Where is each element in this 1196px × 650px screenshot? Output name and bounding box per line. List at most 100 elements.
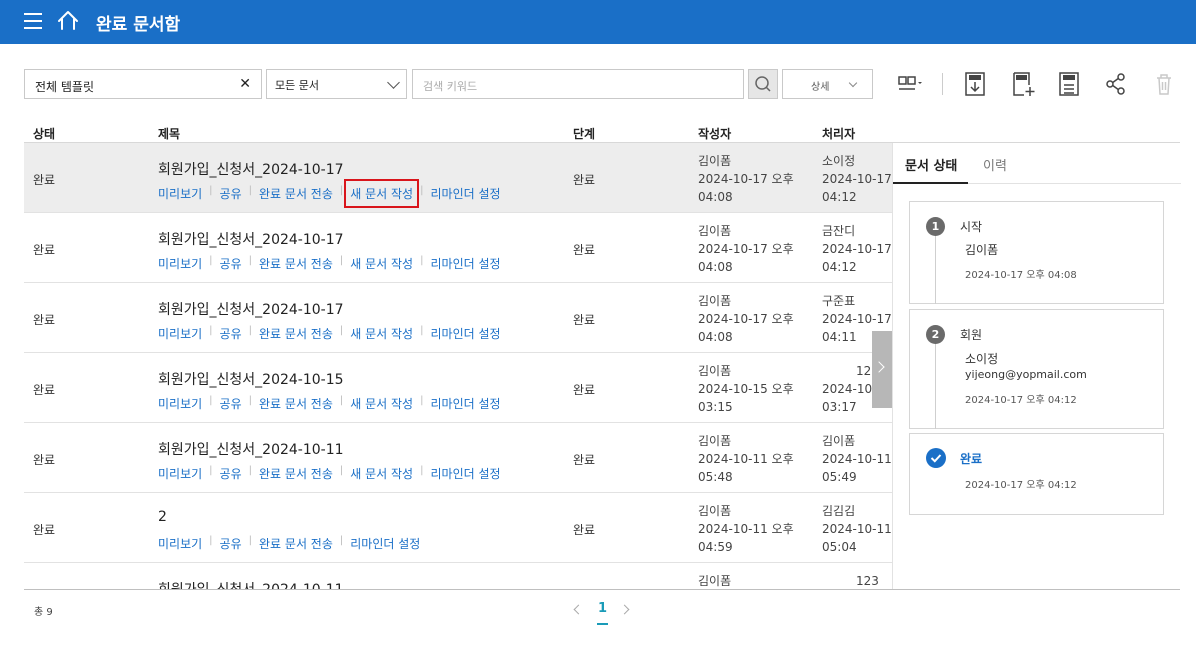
share-link[interactable]: 공유 [220,185,242,202]
send-completed-link[interactable]: 완료 문서 전송 [259,325,333,342]
handler-date: 2024-10-17 오후 [822,242,892,256]
clear-icon[interactable]: ✕ [239,76,251,92]
row-title[interactable]: 회원가입_신청서_2024-10-11 [158,579,344,589]
preview-link[interactable]: 미리보기 [158,465,202,482]
preview-link[interactable]: 미리보기 [158,255,202,272]
share-link[interactable]: 공유 [220,395,242,412]
send-completed-link[interactable]: 완료 문서 전송 [259,395,333,412]
row-title[interactable]: 2 [158,509,167,525]
row-author: 김이폼 2024-10-11 오후 05:48 [698,432,808,486]
row-title[interactable]: 회원가입_신청서_2024-10-17 [158,229,344,249]
search-placeholder: 검색 키워드 [423,80,478,93]
new-document-link[interactable]: 새 문서 작성 [350,325,413,342]
prev-page-icon[interactable] [573,604,584,615]
row-stage: 완료 [573,523,596,537]
author-date: 2024-10-17 오후 [698,172,794,186]
preview-link[interactable]: 미리보기 [158,535,202,552]
new-document-link[interactable]: 새 문서 작성 [350,465,413,482]
handler-name: 김이폼 [822,434,856,448]
list-footer: 총 9 1 [24,589,1180,629]
send-completed-link[interactable]: 완료 문서 전송 [259,255,333,272]
reminder-link[interactable]: 리마인더 설정 [350,535,420,552]
author-date: 2024-10-15 오후 [698,382,794,396]
new-document-link[interactable]: 새 문서 작성 [350,255,413,272]
table-row[interactable]: 완료 회원가입_신청서_2024-10-15 미리보기 | 공유 | 완료 문서 전… [24,353,892,423]
search-button[interactable] [748,69,778,99]
page-title: 완료 문서함 [96,15,181,35]
reminder-link[interactable]: 리마인더 설정 [430,395,500,412]
separator: | [420,255,424,266]
detail-select[interactable]: 상세 [782,69,873,99]
row-author: 김이폼 2024-10-11 오후 04:59 [698,502,808,556]
pdf-download-icon[interactable] [961,70,989,98]
preview-link[interactable]: 미리보기 [158,325,202,342]
reminder-link[interactable]: 리마인더 설정 [430,185,500,202]
col-stage[interactable]: 단계 [573,125,595,142]
row-title[interactable]: 회원가입_신청서_2024-10-11 [158,439,344,459]
share-link[interactable]: 공유 [220,535,242,552]
table-row[interactable]: 완료 회원가입_신청서_2024-10-11 미리보기 | 공유 | 완료 문서 전… [24,423,892,493]
active-tab-indicator [893,182,968,184]
send-completed-link[interactable]: 완료 문서 전송 [259,465,333,482]
col-status[interactable]: 상태 [33,125,55,142]
trash-icon[interactable] [1150,70,1178,98]
send-completed-link[interactable]: 완료 문서 전송 [259,185,333,202]
step-number: 1 [926,217,945,236]
separator: | [248,185,253,196]
share-link[interactable]: 공유 [220,465,242,482]
step-time: 2024-10-17 오후 04:08 [965,270,1077,281]
row-title[interactable]: 회원가입_신청서_2024-10-17 [158,299,344,319]
page-number[interactable]: 1 [598,601,607,616]
next-page-icon[interactable] [619,604,630,615]
separator: | [420,185,424,196]
home-icon[interactable] [56,9,80,33]
preview-link[interactable]: 미리보기 [158,185,202,202]
search-icon [755,76,771,92]
tab-document-status[interactable]: 문서 상태 [905,155,957,174]
table-row[interactable]: 완료 회원가입_신청서_2024-10-17 미리보기 | 공유 | 완료 문서 전… [24,213,892,283]
search-input[interactable]: 검색 키워드 [412,69,744,99]
author-time: 05:48 [698,470,733,484]
tab-history[interactable]: 이력 [983,155,1007,174]
table-row[interactable]: 완료 회원가입_신청서_2024-10-17 미리보기 | 공유 | 완료 문서 전… [24,143,892,213]
reminder-link[interactable]: 리마인더 설정 [430,325,500,342]
table-row[interactable]: 완료 회원가입_신청서_2024-10-17 미리보기 | 공유 | 완료 문서 전… [24,283,892,353]
share-link[interactable]: 공유 [220,255,242,272]
handler-time: 04:12 [822,190,857,204]
separator: | [339,255,344,266]
row-status: 완료 [33,313,56,327]
row-actions: 미리보기 | 공유 | 완료 문서 전송 | 새 문서 작성 | 리마인더 설정 [158,465,501,482]
row-actions: 미리보기 | 공유 | 완료 문서 전송 | 새 문서 작성 | 리마인더 설정 [158,325,501,342]
reminder-link[interactable]: 리마인더 설정 [430,255,500,272]
template-select[interactable]: 전체 템플릿 ✕ [24,69,262,99]
send-completed-link[interactable]: 완료 문서 전송 [259,535,333,552]
csv-list-icon[interactable] [1055,70,1083,98]
csv-add-icon[interactable] [1009,70,1037,98]
chevron-down-icon [387,76,400,89]
col-author[interactable]: 작성자 [698,125,731,142]
new-document-link[interactable]: 새 문서 작성 [344,179,420,208]
col-handler[interactable]: 처리자 [822,125,855,142]
row-title[interactable]: 회원가입_신청서_2024-10-15 [158,369,344,389]
share-link[interactable]: 공유 [220,325,242,342]
separator: | [209,185,213,196]
row-handler: 김이폼 2024-10-11 오후 05:49 [822,432,892,486]
share-icon[interactable] [1102,70,1130,98]
separator: | [248,255,253,266]
top-bar: 완료 문서함 [0,0,1196,44]
col-title[interactable]: 제목 [158,125,180,142]
handler-date: 2024-10-17 오후 [822,172,892,186]
author-name: 김이폼 [698,294,732,308]
hamburger-icon[interactable] [24,13,42,29]
panel-toggle-button[interactable] [872,331,892,408]
docs-select[interactable]: 모든 문서 [266,69,407,99]
view-layout-icon[interactable] [895,70,923,98]
table-row[interactable]: 완료 2 미리보기 | 공유 | 완료 문서 전송 | 리마인더 설정 완료 김이폼 … [24,493,892,563]
row-title[interactable]: 회원가입_신청서_2024-10-17 [158,159,344,179]
reminder-link[interactable]: 리마인더 설정 [430,465,500,482]
preview-link[interactable]: 미리보기 [158,395,202,412]
row-handler: 김김김 2024-10-11 오후 05:04 [822,502,892,556]
table-row[interactable]: 회원가입_신청서_2024-10-11 김이폼 123 [24,563,892,589]
separator: | [339,465,344,476]
new-document-link[interactable]: 새 문서 작성 [350,395,413,412]
